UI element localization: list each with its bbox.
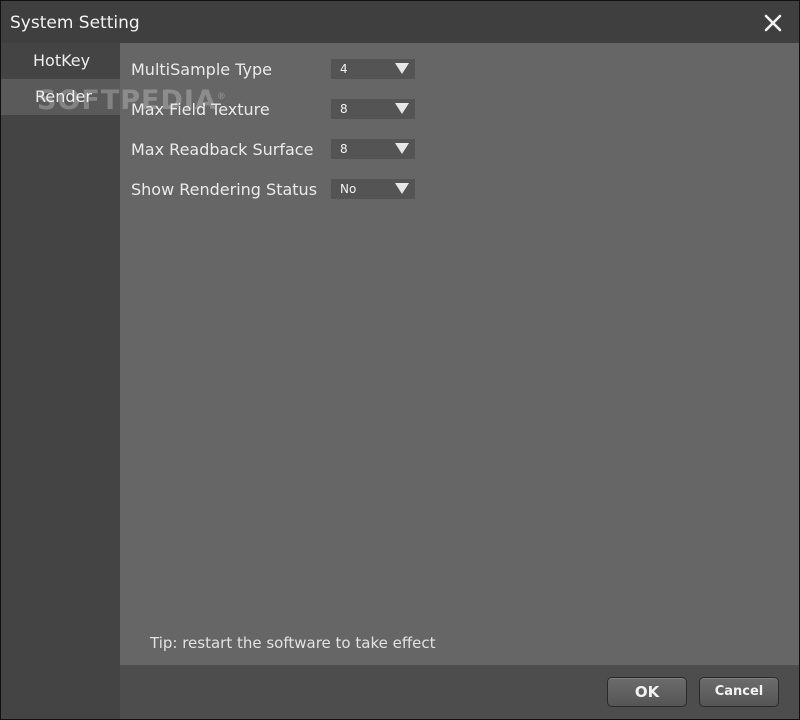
dropdown-arrow-icon: [395, 143, 409, 154]
ok-button[interactable]: OK: [607, 677, 687, 707]
sidebar-item-label: HotKey: [33, 51, 91, 70]
settings-sidebar: HotKey Render: [1, 43, 120, 719]
restart-tip: Tip: restart the software to take effect: [150, 634, 436, 652]
multisample-type-label: MultiSample Type: [131, 60, 272, 79]
max-readback-surface-select[interactable]: 8: [331, 139, 415, 159]
show-rendering-status-select[interactable]: No: [331, 179, 415, 199]
show-rendering-status-label: Show Rendering Status: [131, 180, 318, 199]
select-value: No: [340, 182, 357, 196]
max-field-texture-label: Max Field Texture: [131, 100, 270, 119]
title-bar: System Setting: [1, 1, 799, 43]
close-icon[interactable]: [759, 9, 787, 37]
max-field-texture-select[interactable]: 8: [331, 99, 415, 119]
max-readback-surface-label: Max Readback Surface: [131, 140, 314, 159]
multisample-type-select[interactable]: 4: [331, 59, 415, 79]
sidebar-item-render[interactable]: Render: [1, 79, 120, 115]
dropdown-arrow-icon: [395, 63, 409, 74]
cancel-button[interactable]: Cancel: [699, 677, 779, 707]
dialog-footer: OK Cancel: [120, 665, 799, 719]
sidebar-item-hotkey[interactable]: HotKey: [1, 43, 120, 79]
select-value: 4: [340, 62, 348, 76]
dropdown-arrow-icon: [395, 103, 409, 114]
window-title: System Setting: [10, 13, 140, 33]
sidebar-item-label: Render: [35, 87, 92, 106]
select-value: 8: [340, 102, 348, 116]
render-settings-panel: MultiSample Type 4 Max Field Texture 8 M…: [120, 43, 799, 665]
select-value: 8: [340, 142, 348, 156]
system-setting-window: System Setting HotKey Render MultiSample…: [0, 0, 800, 720]
dropdown-arrow-icon: [395, 183, 409, 194]
